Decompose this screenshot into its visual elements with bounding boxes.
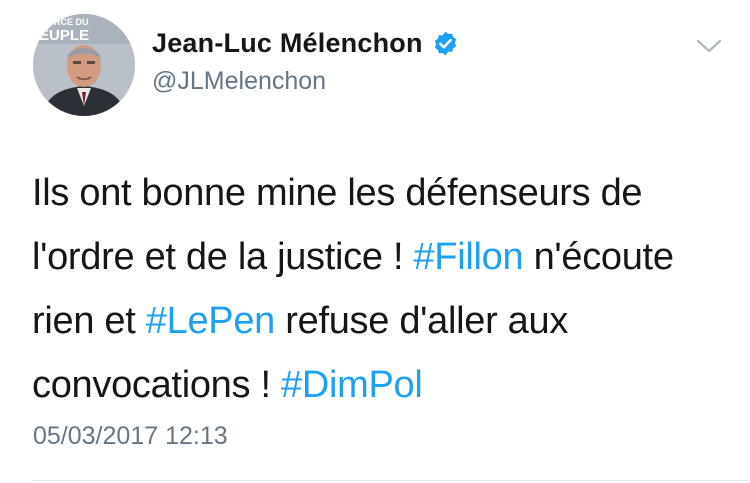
hashtag-fillon[interactable]: #Fillon	[413, 236, 523, 278]
tweet-text: Ils ont bonne mine les défenseurs de l'o…	[32, 161, 737, 417]
avatar[interactable]: ORCE DU EUPLE	[33, 14, 135, 116]
avatar-banner-line-1: ORCE DU	[47, 17, 89, 27]
author-name-row[interactable]: Jean-Luc Mélenchon	[152, 28, 459, 59]
author-display-name[interactable]: Jean-Luc Mélenchon	[152, 28, 423, 59]
chevron-down-icon[interactable]	[695, 34, 723, 56]
hashtag-lepen[interactable]: #LePen	[146, 300, 276, 342]
hashtag-dimpol[interactable]: #DimPol	[281, 364, 423, 406]
verified-badge-icon	[432, 30, 459, 57]
avatar-banner-line-2: EUPLE	[39, 27, 89, 44]
tweet-timestamp[interactable]: 05/03/2017 12:13	[33, 422, 228, 451]
divider	[32, 480, 750, 481]
author-handle[interactable]: @JLMelenchon	[152, 67, 326, 96]
